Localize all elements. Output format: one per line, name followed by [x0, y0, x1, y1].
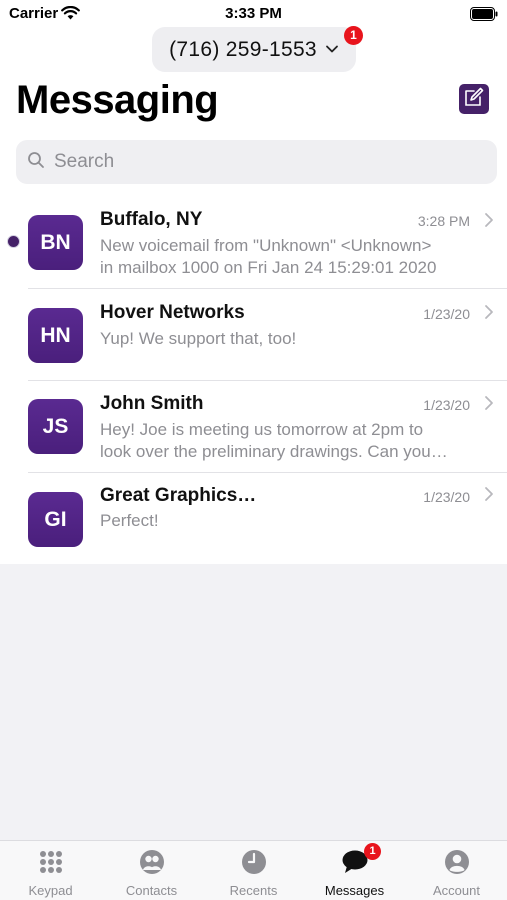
- avatar: GI: [28, 492, 83, 547]
- preview-line: look over the preliminary drawings. Can …: [100, 442, 448, 461]
- chevron-right-icon: [484, 395, 494, 416]
- clock-icon: [241, 849, 267, 880]
- tab-bar: Keypad Contacts Recents 1 Messages Accou…: [0, 840, 507, 900]
- header-area: Carrier 3:33 PM (716) 259-1553 1 Messagi…: [0, 0, 507, 197]
- conversation-item[interactable]: HN Hover Networks 1/23/20 Yup! We suppor…: [0, 289, 507, 381]
- tab-label: Recents: [229, 883, 278, 898]
- conversation-name: Buffalo, NY: [100, 209, 203, 230]
- conversation-name: Great Graphics…: [100, 485, 257, 506]
- conversation-preview: Yup! We support that, too!: [100, 328, 480, 350]
- chevron-right-icon: [484, 304, 494, 325]
- chevron-right-icon: [484, 486, 494, 507]
- preview-line: Hey! Joe is meeting us tomorrow at 2pm t…: [100, 420, 424, 439]
- search-icon: [27, 151, 45, 174]
- search-bar[interactable]: Search: [16, 140, 497, 184]
- avatar: HN: [28, 308, 83, 363]
- tab-recents[interactable]: Recents: [203, 841, 304, 900]
- conversation-preview: Hey! Joe is meeting us tomorrow at 2pm t…: [100, 419, 480, 463]
- tab-label: Messages: [324, 883, 385, 898]
- conversation-list: BN Buffalo, NY 3:28 PM New voicemail fro…: [0, 197, 507, 564]
- conversation-date: 3:28 PM: [417, 213, 470, 229]
- notification-badge: 1: [344, 26, 363, 45]
- conversation-item[interactable]: GI Great Graphics… 1/23/20 Perfect!: [0, 473, 507, 565]
- contacts-icon: [139, 849, 165, 880]
- conversation-name: John Smith: [100, 393, 204, 414]
- tab-label: Contacts: [125, 883, 178, 898]
- conversation-preview: Perfect!: [100, 510, 480, 532]
- conversation-date: 1/23/20: [423, 306, 470, 322]
- preview-line: New voicemail from "Unknown" <Unknown>: [100, 236, 432, 255]
- preview-line: in mailbox 1000 on Fri Jan 24 15:29:01 2…: [100, 258, 437, 277]
- tab-account[interactable]: Account: [406, 841, 507, 900]
- tab-label: Keypad: [28, 883, 73, 898]
- person-icon: [444, 849, 470, 880]
- messages-badge: 1: [364, 843, 381, 860]
- tab-label: Account: [433, 883, 480, 898]
- conversation-name: Hover Networks: [100, 302, 245, 323]
- conversation-preview: New voicemail from "Unknown" <Unknown> i…: [100, 235, 480, 279]
- keypad-icon: [38, 849, 64, 880]
- preview-line: Perfect!: [100, 511, 159, 530]
- tab-messages[interactable]: 1 Messages: [304, 841, 405, 900]
- page-title: Messaging: [16, 78, 219, 122]
- phone-number-label: (716) 259-1553: [169, 37, 317, 61]
- status-time: 3:33 PM: [225, 5, 282, 22]
- compose-icon: [463, 86, 485, 113]
- conversation-item[interactable]: JS John Smith 1/23/20 Hey! Joe is meetin…: [0, 381, 507, 473]
- phone-number-selector[interactable]: (716) 259-1553: [152, 27, 356, 72]
- chevron-right-icon: [484, 212, 494, 233]
- preview-line: Yup! We support that, too!: [100, 329, 297, 348]
- unread-indicator: [7, 235, 20, 248]
- search-input[interactable]: Search: [54, 151, 114, 173]
- conversation-item[interactable]: BN Buffalo, NY 3:28 PM New voicemail fro…: [0, 197, 507, 289]
- compose-button[interactable]: [459, 84, 489, 114]
- conversation-date: 1/23/20: [423, 397, 470, 413]
- avatar: BN: [28, 215, 83, 270]
- avatar: JS: [28, 399, 83, 454]
- tab-keypad[interactable]: Keypad: [0, 841, 101, 900]
- tab-contacts[interactable]: Contacts: [101, 841, 202, 900]
- battery-icon: [470, 7, 498, 26]
- chevron-down-icon: [325, 41, 339, 59]
- status-bar: Carrier 3:33 PM: [0, 0, 507, 28]
- conversation-date: 1/23/20: [423, 489, 470, 505]
